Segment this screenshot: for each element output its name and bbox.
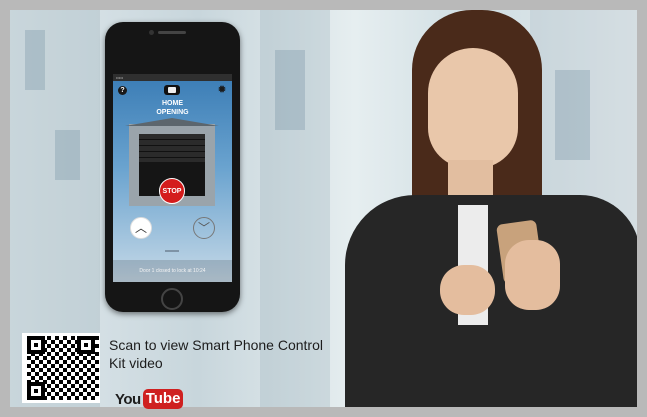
app-screen: ••••• ? ✹ HOME OPENING STOP ︿ ﹀ Door 1 c… — [113, 74, 232, 282]
brand-logo — [164, 85, 180, 95]
qr-finder — [27, 336, 45, 354]
window — [25, 30, 45, 90]
youtube-you: You — [115, 390, 141, 408]
chevron-up-icon: ︿ — [134, 221, 147, 235]
youtube-logo[interactable]: You Tube — [115, 388, 184, 410]
garage-door-slats — [139, 134, 205, 162]
camera — [149, 30, 154, 35]
page-indicator — [165, 250, 179, 252]
speaker — [158, 31, 186, 34]
qr-code[interactable] — [22, 333, 100, 403]
close-button[interactable]: ﹀ — [193, 217, 215, 239]
open-button[interactable]: ︿ — [130, 217, 152, 239]
youtube-tube: Tube — [142, 389, 184, 409]
status-bar: ••••• — [113, 74, 232, 81]
smartphone: ••••• ? ✹ HOME OPENING STOP ︿ ﹀ Door 1 c… — [105, 22, 240, 312]
qr-finder — [77, 336, 95, 354]
help-button[interactable]: ? — [118, 86, 127, 95]
status-message: Door 1 closed to lock at 10:24 — [113, 260, 232, 282]
left-hand — [440, 265, 495, 315]
qr-finder — [27, 382, 45, 400]
gear-icon[interactable]: ✹ — [217, 85, 227, 96]
window — [55, 130, 80, 180]
scan-instruction: Scan to view Smart Phone Control Kit vid… — [109, 337, 323, 371]
woman-with-phone — [320, 10, 637, 407]
door-name: HOME — [162, 100, 183, 107]
window — [275, 50, 305, 130]
stop-button[interactable]: STOP — [159, 178, 185, 204]
home-button[interactable] — [161, 288, 183, 310]
garage-roof — [125, 118, 219, 126]
face — [428, 48, 518, 168]
right-hand — [505, 240, 560, 310]
ad-frame: ••••• ? ✹ HOME OPENING STOP ︿ ﹀ Door 1 c… — [0, 0, 647, 417]
chevron-down-icon: ﹀ — [197, 221, 210, 235]
door-status: OPENING — [156, 109, 189, 116]
